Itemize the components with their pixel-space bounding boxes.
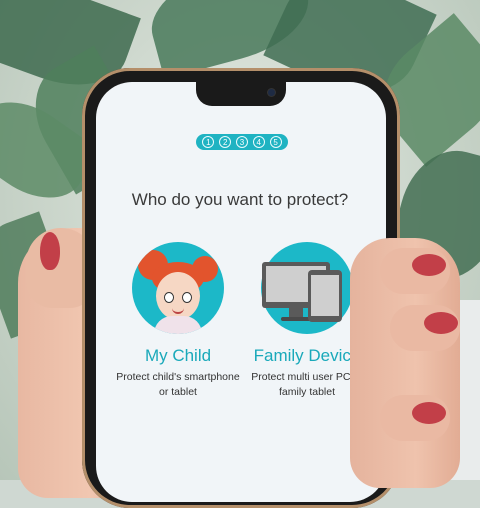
- option-title: My Child: [144, 346, 212, 365]
- step-3: 3: [235, 136, 248, 148]
- step-5: 5: [269, 136, 282, 148]
- child-illustration-icon: [132, 242, 224, 334]
- left-nail: [40, 232, 60, 270]
- step-1: 1: [202, 136, 215, 148]
- step-2: 2: [219, 136, 232, 148]
- page-question: Who do you want to protect?: [131, 190, 349, 209]
- step-indicator: 1 2 3 4 5: [196, 134, 288, 150]
- step-4: 4: [252, 136, 265, 148]
- option-description: Protect child's smartphone or tablet: [116, 371, 240, 398]
- option-my-child[interactable]: My Child Protect child's smartphone or t…: [113, 242, 243, 400]
- front-camera-icon: [268, 89, 275, 96]
